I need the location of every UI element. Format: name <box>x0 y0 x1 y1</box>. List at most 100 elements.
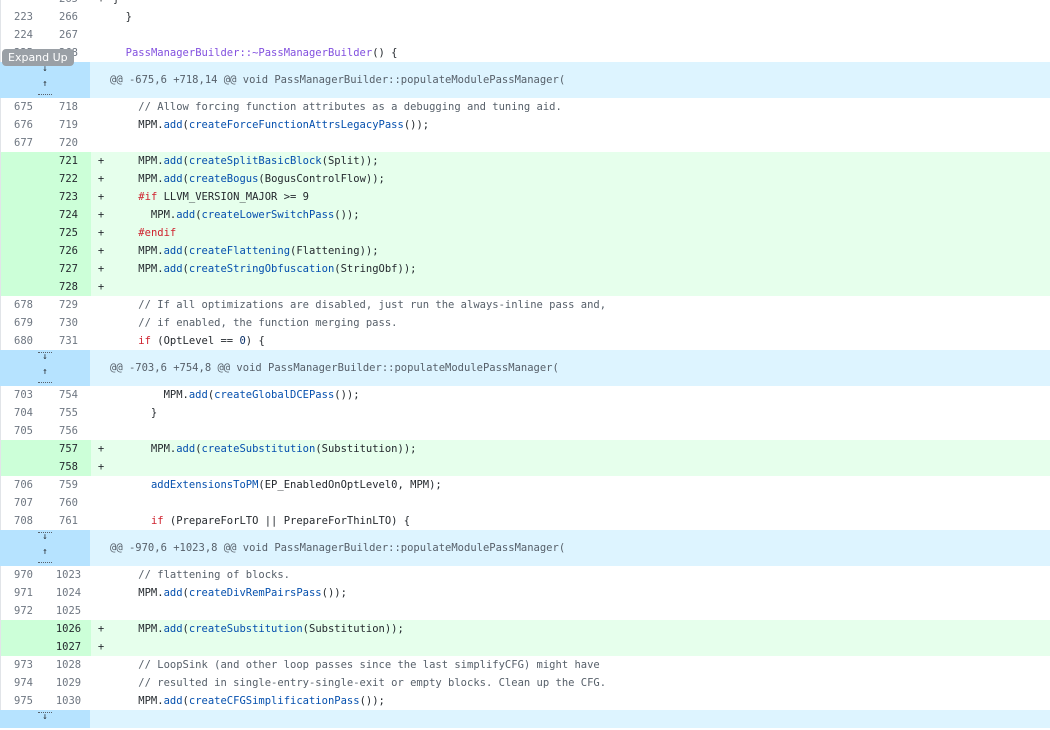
expand-up-icon[interactable]: ↑ <box>38 368 52 383</box>
expand-down-icon[interactable]: ↓ <box>38 532 52 547</box>
diff-marker <box>91 386 111 404</box>
code-text: // If all optimizations are disabled, ju… <box>113 299 607 311</box>
expand-up-icon[interactable]: ↑ <box>38 80 52 95</box>
new-line-number[interactable]: 718 <box>46 98 91 116</box>
diff-marker <box>91 584 111 602</box>
old-line-number[interactable] <box>0 242 46 260</box>
added-line: 1026 + MPM.add(createSubstitution(Substit… <box>0 620 1050 638</box>
new-line-number[interactable]: 754 <box>46 386 91 404</box>
old-line-number[interactable]: 708 <box>0 512 46 530</box>
old-line-number[interactable] <box>0 206 46 224</box>
new-line-number[interactable]: 761 <box>46 512 91 530</box>
old-line-number[interactable]: 679 <box>0 314 46 332</box>
diff-marker <box>91 134 111 152</box>
new-line-number[interactable]: 758 <box>46 458 91 476</box>
diff-marker <box>91 512 111 530</box>
diff-marker <box>91 296 111 314</box>
old-line-number[interactable]: 675 <box>0 98 46 116</box>
old-line-number[interactable]: 973 <box>0 656 46 674</box>
diff-marker <box>91 8 111 26</box>
old-line-number[interactable]: 678 <box>0 296 46 314</box>
context-line: 223 266 } <box>0 8 1050 26</box>
new-line-number[interactable]: 1023 <box>46 566 91 584</box>
old-line-number[interactable]: 224 <box>0 26 46 44</box>
old-line-number[interactable] <box>0 278 46 296</box>
new-line-number[interactable]: 726 <box>46 242 91 260</box>
context-line: 675 718 // Allow forcing function attribu… <box>0 98 1050 116</box>
context-line: 975 1030 MPM.add(createCFGSimplificationP… <box>0 692 1050 710</box>
new-line-number[interactable]: 755 <box>46 404 91 422</box>
old-line-number[interactable]: 676 <box>0 116 46 134</box>
new-line-number[interactable]: 1026 <box>46 620 91 638</box>
old-line-number[interactable] <box>0 170 46 188</box>
code-text: // resulted in single-entry-single-exit … <box>113 677 607 689</box>
new-line-number[interactable]: 1027 <box>46 638 91 656</box>
old-line-number[interactable] <box>0 0 46 8</box>
old-line-number[interactable] <box>0 260 46 278</box>
old-line-number[interactable] <box>0 458 46 476</box>
expand-down-icon[interactable]: ↓ <box>38 64 52 79</box>
diff-marker <box>91 692 111 710</box>
diff-marker: + <box>97 209 105 221</box>
code-text: MPM.add(createFlattening(Flattening)); <box>113 245 379 257</box>
hunk-expander[interactable]: ↓ ↑ <box>0 350 90 386</box>
context-line: 971 1024 MPM.add(createDivRemPairsPass())… <box>0 584 1050 602</box>
old-line-number[interactable]: 707 <box>0 494 46 512</box>
new-line-number[interactable]: 266 <box>46 8 91 26</box>
new-line-number[interactable]: 730 <box>46 314 91 332</box>
new-line-number[interactable]: 1030 <box>46 692 91 710</box>
new-line-number[interactable]: 267 <box>46 26 91 44</box>
old-line-number[interactable]: 705 <box>0 422 46 440</box>
hunk-expander[interactable]: ↓ ↑ <box>0 62 90 98</box>
old-line-number[interactable]: 680 <box>0 332 46 350</box>
new-line-number[interactable]: 760 <box>46 494 91 512</box>
hunk-expander[interactable]: ↓ ↑ <box>0 530 90 566</box>
expand-down-icon[interactable]: ↓ <box>38 712 52 727</box>
new-line-number[interactable]: 728 <box>46 278 91 296</box>
old-line-number[interactable] <box>0 620 46 638</box>
code-text: // Allow forcing function attributes as … <box>113 101 562 113</box>
old-line-number[interactable]: 704 <box>0 404 46 422</box>
old-line-number[interactable] <box>0 224 46 242</box>
new-line-number[interactable]: 724 <box>46 206 91 224</box>
old-line-number[interactable]: 972 <box>0 602 46 620</box>
old-line-number[interactable]: 706 <box>0 476 46 494</box>
new-line-number[interactable]: 719 <box>46 116 91 134</box>
new-line-number[interactable]: 759 <box>46 476 91 494</box>
old-line-number[interactable] <box>0 638 46 656</box>
new-line-number[interactable]: 721 <box>46 152 91 170</box>
old-line-number[interactable] <box>0 152 46 170</box>
new-line-number[interactable]: 756 <box>46 422 91 440</box>
old-line-number[interactable]: 975 <box>0 692 46 710</box>
new-line-number[interactable]: 723 <box>46 188 91 206</box>
old-line-number[interactable]: 223 <box>0 8 46 26</box>
new-line-number[interactable]: 1025 <box>46 602 91 620</box>
new-line-number[interactable]: 729 <box>46 296 91 314</box>
new-line-number[interactable]: 722 <box>46 170 91 188</box>
old-line-number[interactable] <box>0 188 46 206</box>
code-text: MPM.add(createBogus(BogusControlFlow)); <box>113 173 385 185</box>
old-line-number[interactable]: 970 <box>0 566 46 584</box>
old-line-number[interactable]: 974 <box>0 674 46 692</box>
context-line: 972 1025 <box>0 602 1050 620</box>
new-line-number[interactable]: 725 <box>46 224 91 242</box>
context-line: 974 1029 // resulted in single-entry-sing… <box>0 674 1050 692</box>
old-line-number[interactable] <box>0 440 46 458</box>
new-line-number[interactable]: 757 <box>46 440 91 458</box>
code-text: addExtensionsToPM(EP_EnabledOnOptLevel0,… <box>150 479 442 491</box>
diff-marker <box>91 98 111 116</box>
hunk-expander[interactable]: ↓ <box>0 710 90 728</box>
old-line-number[interactable]: 971 <box>0 584 46 602</box>
new-line-number[interactable]: 731 <box>46 332 91 350</box>
expand-down-icon[interactable]: ↓ <box>38 352 52 367</box>
expand-up-icon[interactable]: ↑ <box>38 548 52 563</box>
new-line-number[interactable]: 265 <box>46 0 91 8</box>
new-line-number[interactable]: 1029 <box>46 674 91 692</box>
new-line-number[interactable]: 1028 <box>46 656 91 674</box>
new-line-number[interactable]: 720 <box>46 134 91 152</box>
new-line-number[interactable]: 1024 <box>46 584 91 602</box>
new-line-number[interactable]: 727 <box>46 260 91 278</box>
old-line-number[interactable]: 703 <box>0 386 46 404</box>
old-line-number[interactable]: 677 <box>0 134 46 152</box>
